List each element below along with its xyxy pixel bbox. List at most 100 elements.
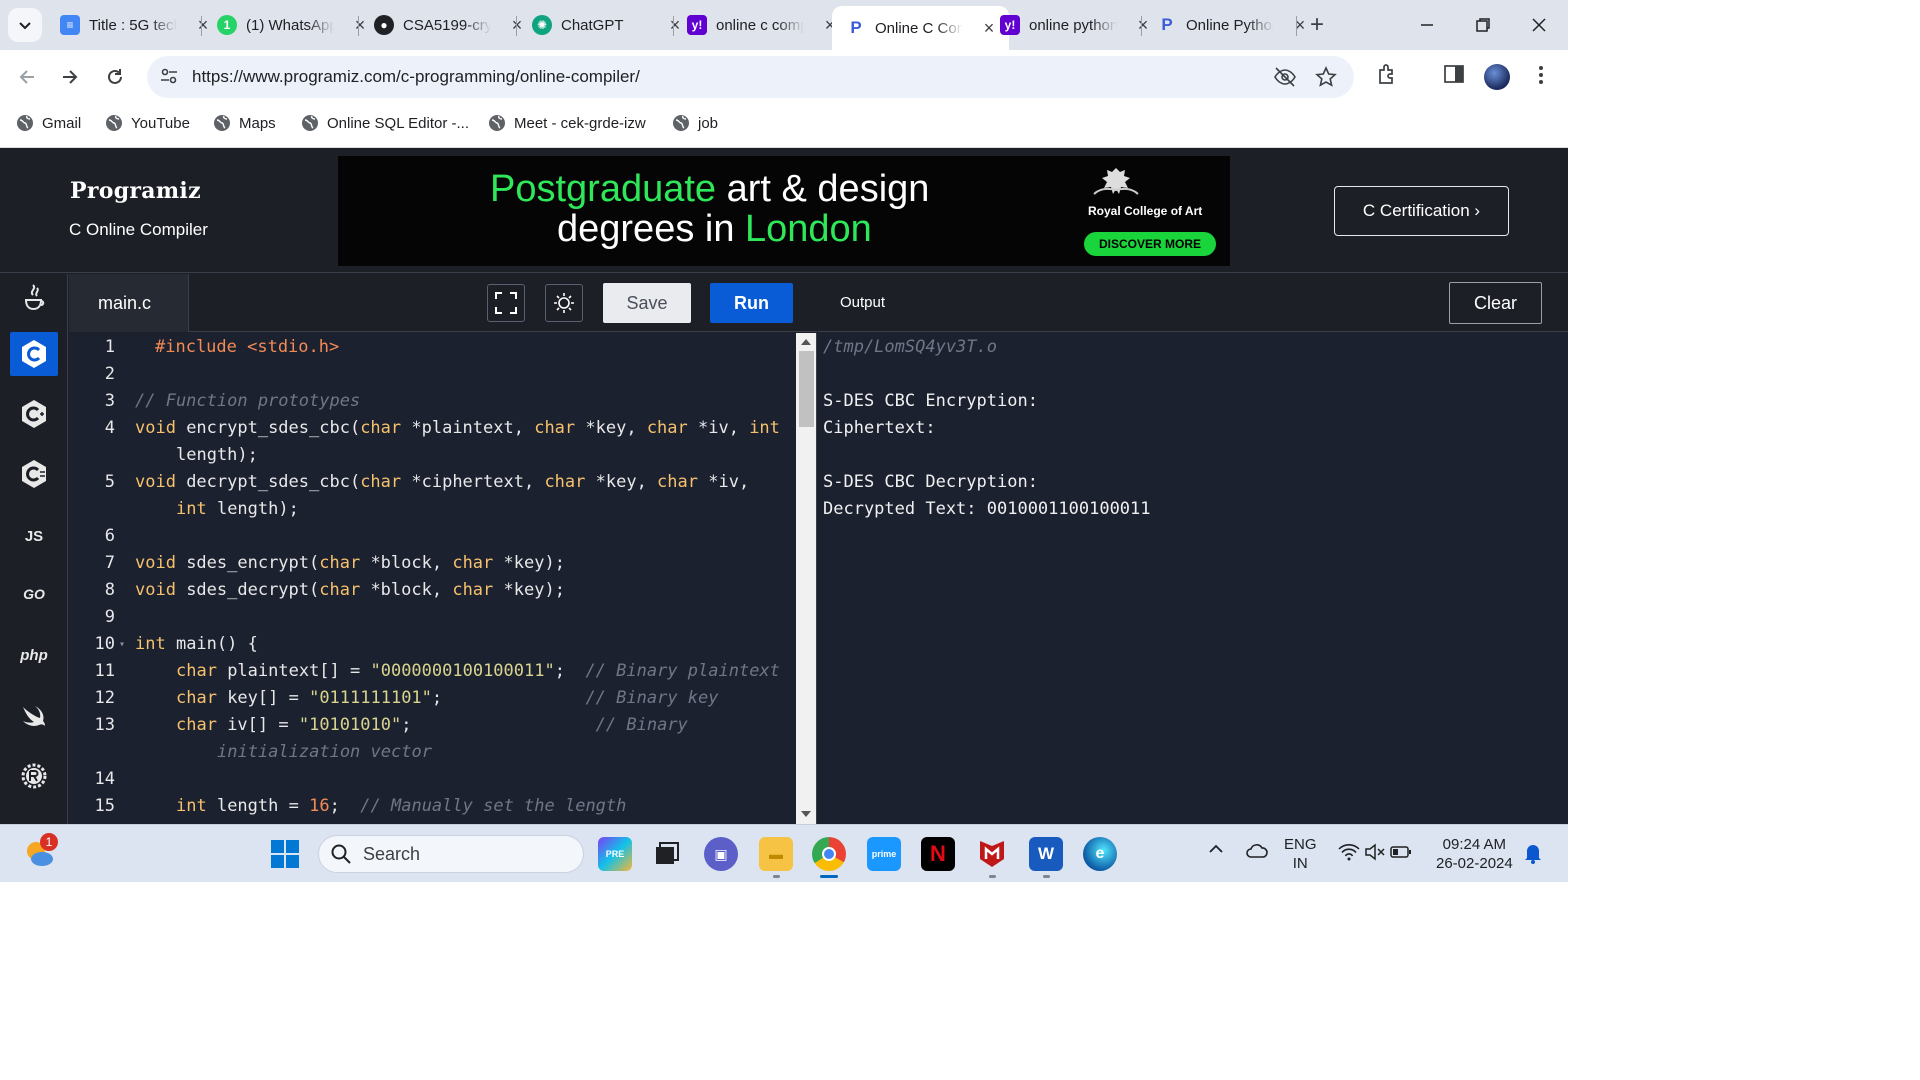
mcafee-icon — [980, 841, 1004, 867]
quick-settings-button[interactable] — [1338, 843, 1412, 866]
browser-tab[interactable]: P Online Python × — [1143, 6, 1320, 44]
lang-csharp[interactable] — [10, 452, 58, 496]
line-number: 5 — [104, 472, 115, 492]
teams-chat-app[interactable]: ▣ — [704, 837, 738, 871]
bell-icon — [1525, 845, 1541, 864]
scrollbar-thumb[interactable] — [799, 351, 814, 427]
show-hidden-icons-button[interactable] — [1208, 841, 1224, 862]
lang-c[interactable] — [10, 332, 58, 376]
line-number: 10 — [94, 634, 115, 654]
chat-icon: ▣ — [714, 845, 728, 862]
browser-tab-active[interactable]: P Online C Compiler × — [832, 6, 1009, 50]
lang-cpp[interactable] — [10, 392, 58, 436]
chatgpt-icon: ✺ — [532, 15, 552, 35]
browser-tab[interactable]: ✺ ChatGPT × — [518, 6, 695, 44]
bookmark-gmail[interactable]: Gmail — [16, 114, 81, 132]
browser-tab[interactable]: y! online c compiler × — [673, 6, 850, 44]
profile-avatar[interactable] — [1484, 64, 1510, 90]
star-icon[interactable] — [1315, 66, 1337, 88]
side-panel-icon[interactable] — [1443, 63, 1465, 85]
line-number: 12 — [94, 688, 115, 708]
lang-go[interactable]: GO — [10, 572, 58, 616]
onedrive-button[interactable] — [1245, 841, 1269, 864]
save-button[interactable]: Save — [603, 283, 691, 323]
lang-php[interactable]: php — [10, 633, 58, 677]
clear-button[interactable]: Clear — [1449, 282, 1542, 324]
netflix-app[interactable]: N — [921, 837, 955, 871]
output-header: Output Clear — [818, 274, 1568, 332]
restore-button[interactable] — [1466, 8, 1500, 42]
bookmark-online-sql-editor[interactable]: Online SQL Editor -... — [301, 114, 469, 132]
php-icon: php — [20, 646, 48, 664]
address-bar[interactable]: https://www.programiz.com/c-programming/… — [147, 56, 1354, 98]
programiz-icon: P — [850, 18, 862, 37]
c-certification-button[interactable]: C Certification › — [1334, 186, 1509, 236]
discover-more-button[interactable]: DISCOVER MORE — [1084, 232, 1216, 256]
clock[interactable]: 09:24 AM 26-02-2024 — [1436, 835, 1513, 873]
tab-search-button[interactable] — [8, 8, 42, 42]
scroll-up-arrow-icon[interactable] — [801, 339, 811, 345]
arrow-right-icon — [63, 70, 78, 84]
run-button[interactable]: Run — [710, 283, 793, 323]
bookmark-job[interactable]: job — [672, 114, 718, 132]
copilot-preview-app[interactable]: PRE — [598, 837, 632, 871]
reload-button[interactable] — [98, 60, 132, 94]
cpp-icon — [22, 400, 46, 428]
start-button[interactable] — [268, 837, 302, 871]
output-line: S-DES CBC Encryption: — [823, 391, 1038, 411]
chrome-app[interactable] — [812, 837, 846, 871]
output-console[interactable]: /tmp/LomSQ4yv3T.o S-DES CBC Encryption: … — [818, 333, 1568, 824]
mcafee-app[interactable] — [975, 837, 1009, 871]
browser-tab[interactable]: y! online python × — [986, 6, 1163, 44]
minimize-icon — [1421, 24, 1433, 26]
extensions-icon[interactable] — [1376, 63, 1398, 87]
forward-button[interactable] — [53, 60, 87, 94]
task-view-icon — [656, 842, 679, 864]
bookmarks-bar: Gmail YouTube Maps Online SQL Editor -..… — [0, 104, 1568, 148]
lang-js[interactable]: JS — [10, 514, 58, 558]
site-info-icon[interactable] — [159, 66, 179, 86]
reload-icon — [108, 69, 122, 84]
edge-app[interactable]: e — [1083, 837, 1117, 871]
close-window-button[interactable] — [1522, 8, 1556, 42]
bookmark-youtube[interactable]: YouTube — [105, 114, 190, 132]
bookmark-maps[interactable]: Maps — [213, 114, 276, 132]
programiz-logo[interactable]: Programiz — [70, 178, 201, 204]
browser-tab[interactable]: ● CSA5199-cryptography × — [360, 6, 537, 44]
input-language-indicator[interactable]: ENG IN — [1284, 835, 1317, 873]
browser-tab[interactable]: ≡ Title : 5G technology × — [46, 6, 223, 44]
word-app[interactable]: W — [1029, 837, 1063, 871]
code-line: initialization vector — [217, 742, 432, 762]
taskbar-search[interactable]: Search — [318, 835, 584, 873]
minimize-button[interactable] — [1410, 8, 1444, 42]
prime-video-app[interactable]: prime — [867, 837, 901, 871]
ad-banner[interactable]: Postgraduate art & design degrees in Lon… — [338, 156, 1230, 266]
theme-toggle-button[interactable] — [545, 284, 583, 322]
browser-tab[interactable]: 1 (1) WhatsApp × — [203, 6, 380, 44]
file-tab-main-c[interactable]: main.c — [69, 274, 189, 332]
prime-video-icon: prime — [871, 849, 897, 859]
back-button[interactable] — [10, 60, 44, 94]
edge-icon: e — [1095, 845, 1105, 862]
globe-icon — [302, 115, 318, 131]
editor-scrollbar[interactable] — [796, 333, 817, 824]
bookmark-meet[interactable]: Meet - cek-grde-izw — [488, 114, 646, 132]
new-tab-button[interactable]: + — [1304, 11, 1330, 38]
ad-headline-2: degrees in London — [557, 208, 872, 250]
more-menu-icon[interactable] — [1534, 63, 1548, 87]
lang-java[interactable] — [10, 276, 58, 320]
whatsapp-icon: 1 — [217, 15, 237, 35]
fullscreen-button[interactable] — [487, 284, 525, 322]
eye-slash-icon[interactable] — [1273, 66, 1297, 88]
yahoo-icon: y! — [1000, 15, 1020, 35]
globe-icon — [673, 115, 689, 131]
file-explorer-app[interactable]: ▬ — [759, 837, 793, 871]
notifications-button[interactable] — [1523, 842, 1543, 869]
scroll-down-arrow-icon[interactable] — [801, 811, 811, 817]
task-view-app[interactable] — [650, 837, 684, 871]
lang-swift[interactable] — [10, 694, 58, 738]
code-editor[interactable]: 1 2 3 4 5 6 7 8 9 10 ▾ 11 12 13 14 15 #i… — [69, 333, 796, 824]
fold-arrow-icon[interactable]: ▾ — [119, 639, 125, 650]
code-line: void decrypt_sdes_cbc(char *ciphertext, … — [135, 472, 750, 492]
lang-rust[interactable] — [10, 754, 58, 798]
